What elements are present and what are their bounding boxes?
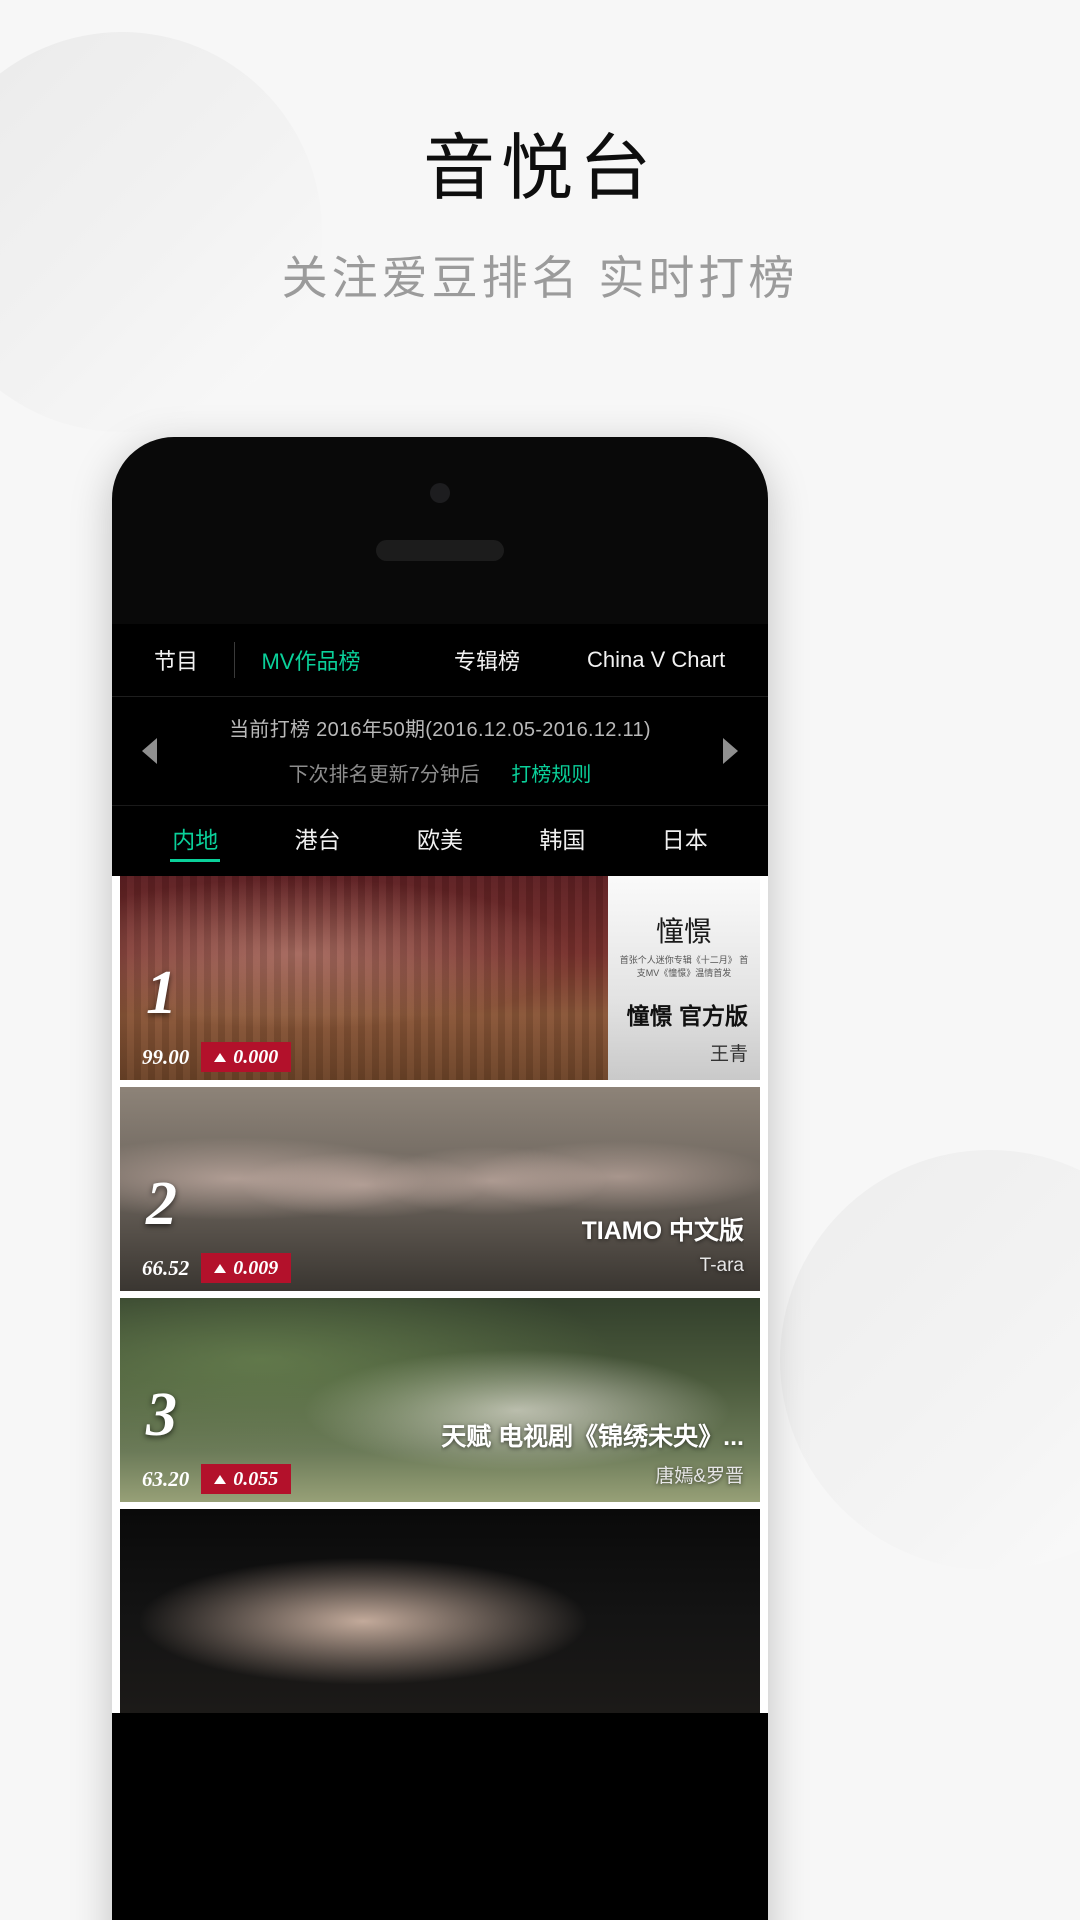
ranking-item-1[interactable]: 憧憬 首张个人迷你专辑《十二月》 首支MV《憧憬》温情首发 1 99.00 0.… [120,876,760,1080]
category-korea[interactable]: 韩国 [539,821,585,862]
page-subtitle: 关注爱豆排名 实时打榜 [281,251,799,304]
ranking-list: 憧憬 首张个人迷你专辑《十二月》 首支MV《憧憬》温情首发 1 99.00 0.… [112,876,768,1713]
triangle-up-icon [214,1052,227,1062]
page-title: 音悦台 [422,129,657,209]
category-mainland[interactable]: 内地 [170,821,221,862]
delta-badge: 0.000 [201,1042,292,1072]
rank-number: 1 [146,959,177,1027]
score-value: 63.20 [142,1466,190,1491]
tab-album-chart[interactable]: 专辑榜 [387,644,587,676]
category-japan[interactable]: 日本 [662,821,708,862]
category-hk-tw[interactable]: 港台 [295,821,341,862]
score-value: 99.00 [142,1044,190,1069]
song-title: 憧憬 官方版 [626,1003,748,1029]
period-bar: 当前打榜 2016年50期(2016.12.05-2016.12.11) 下次排… [112,697,768,806]
delta-value: 0.000 [233,1045,279,1068]
chevron-left-icon[interactable] [142,738,157,764]
ranking-item-4[interactable] [120,1509,760,1713]
score-value: 66.52 [142,1255,190,1280]
tab-programs[interactable]: 节目 [118,644,234,676]
artist-name: T-ara [699,1255,744,1276]
current-period-label: 当前打榜 2016年50期(2016.12.05-2016.12.11) [229,719,651,741]
cover-art [120,1509,760,1713]
score-row: 63.20 0.055 [130,1464,292,1494]
title-block: 憧憬 官方版 王青 [627,997,748,1066]
delta-badge: 0.009 [201,1253,292,1283]
chart-rules-link[interactable]: 打榜规则 [511,764,591,786]
delta-value: 0.009 [233,1256,279,1279]
artist-name: 唐嫣&罗晋 [655,1466,744,1487]
rank-number: 3 [146,1381,177,1449]
hero-section: 音悦台 关注爱豆排名 实时打榜 [0,0,1080,308]
phone-mockup: 节目 MV作品榜 专辑榜 China V Chart 当前打榜 2016年50期… [112,437,768,1920]
artist-name: 王青 [709,1044,748,1065]
chevron-right-icon[interactable] [723,738,738,764]
app-screen: 节目 MV作品榜 专辑榜 China V Chart 当前打榜 2016年50期… [112,624,768,1920]
phone-camera-icon [430,483,450,503]
background-blob-bottom-right [780,1150,1080,1570]
tab-china-v-chart[interactable]: China V Chart [587,647,725,673]
score-row: 66.52 0.009 [130,1253,292,1283]
triangle-up-icon [214,1263,227,1273]
delta-badge: 0.055 [201,1464,292,1494]
ranking-item-2[interactable]: 2 66.52 0.009 TIAMO 中文版 T-ara [120,1087,760,1291]
title-block: 天赋 电视剧《锦绣未央》... 唐嫣&罗晋 [441,1417,744,1488]
period-meta-row: 下次排名更新7分钟后 打榜规则 [112,758,768,787]
phone-speaker-grille [376,540,504,561]
score-row: 99.00 0.000 [130,1042,292,1072]
tab-mv-chart[interactable]: MV作品榜 [235,644,387,676]
cover-note-text: 首张个人迷你专辑《十二月》 首支MV《憧憬》温情首发 [619,955,749,979]
top-tabbar: 节目 MV作品榜 专辑榜 China V Chart [112,624,768,697]
cover-logo-text: 憧憬 [655,917,712,948]
triangle-up-icon [214,1474,227,1484]
delta-value: 0.055 [233,1467,279,1490]
song-title: 天赋 电视剧《锦绣未央》... [441,1423,744,1451]
category-western[interactable]: 欧美 [417,821,463,862]
ranking-item-3[interactable]: 3 63.20 0.055 天赋 电视剧《锦绣未央》... 唐嫣&罗晋 [120,1298,760,1502]
next-update-label: 下次排名更新7分钟后 [288,764,480,786]
song-title: TIAMO 中文版 [581,1217,745,1245]
category-tabbar: 内地 港台 欧美 韩国 日本 [112,806,768,876]
rank-number: 2 [146,1170,177,1238]
title-block: TIAMO 中文版 T-ara [582,1211,745,1277]
